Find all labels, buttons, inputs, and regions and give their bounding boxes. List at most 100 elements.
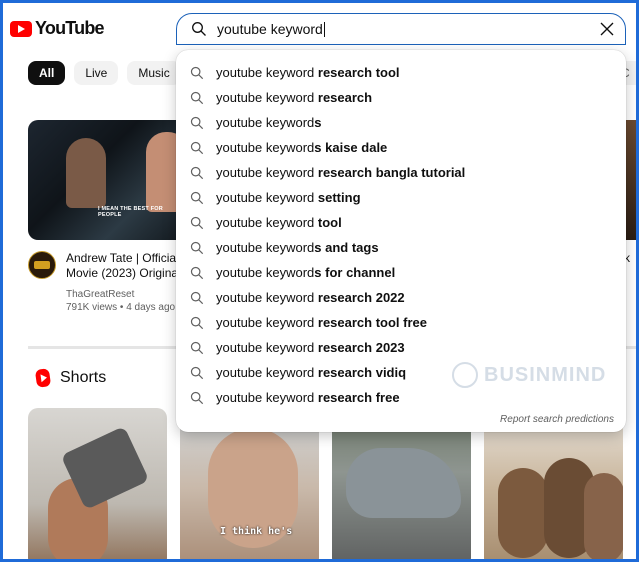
suggestion-completion: s: [314, 115, 322, 130]
suggestion-item[interactable]: youtube keyword research tool: [176, 60, 626, 85]
video-title-line: Movie (2023) Original: [66, 266, 178, 280]
filter-chips: All Live Music: [28, 61, 181, 85]
suggestion-item[interactable]: youtube keyword research 2023: [176, 335, 626, 360]
short-image: [584, 473, 623, 562]
suggestion-typed-part: youtube keyword: [216, 390, 315, 405]
chip-all[interactable]: All: [28, 61, 66, 85]
suggestion-text: youtube keyword tool: [216, 215, 342, 230]
search-icon: [190, 241, 204, 254]
suggestion-item[interactable]: youtube keyword research bangla tutorial: [176, 160, 626, 185]
suggestion-text: youtube keywords kaise dale: [216, 140, 387, 155]
suggestion-completion: research tool: [314, 65, 400, 80]
suggestion-typed-part: youtube keyword: [216, 190, 315, 205]
short-image: [498, 468, 548, 558]
chip-live[interactable]: Live: [74, 61, 119, 85]
search-icon: [190, 341, 204, 354]
video-title-line: Andrew Tate | Official T: [66, 251, 178, 265]
search-icon: [190, 91, 204, 104]
suggestion-completion: research bangla tutorial: [314, 165, 466, 180]
suggestion-completion: research tool free: [314, 315, 427, 330]
shorts-header: Shorts: [34, 368, 107, 388]
suggestion-text: youtube keyword research vidiq: [216, 365, 406, 380]
thumbnail-person: [66, 138, 106, 208]
short-caption: I think he's: [220, 526, 293, 537]
watermark-text: BUSINMIND: [484, 363, 607, 386]
youtube-logo[interactable]: YouTube: [10, 18, 105, 39]
short-thumbnail[interactable]: [28, 408, 167, 562]
video-meta: 791K views • 4 days ago: [66, 302, 176, 313]
search-icon: [190, 266, 204, 279]
suggestion-typed-part: youtube keyword: [216, 240, 315, 255]
suggestion-item[interactable]: youtube keyword tool: [176, 210, 626, 235]
suggestion-item[interactable]: youtube keywords for channel: [176, 260, 626, 285]
suggestion-item[interactable]: youtube keyword research: [176, 85, 626, 110]
watermark-icon: [452, 362, 478, 388]
search-icon: [190, 216, 204, 229]
search-query[interactable]: youtube keyword: [217, 21, 323, 37]
suggestion-text: youtube keyword research tool: [216, 65, 400, 80]
suggestion-completion: s kaise dale: [314, 140, 388, 155]
chip-music[interactable]: Music: [127, 61, 181, 85]
suggestion-typed-part: youtube keyword: [216, 140, 315, 155]
search-icon: [190, 116, 204, 129]
suggestion-completion: research 2023: [314, 340, 405, 355]
search-icon: [190, 366, 204, 379]
shorts-title: Shorts: [60, 369, 107, 386]
suggestion-text: youtube keyword research bangla tutorial: [216, 165, 465, 180]
video-thumbnail[interactable]: I MEAN THE BEST FOR PEOPLE: [28, 120, 188, 240]
suggestion-typed-part: youtube keyword: [216, 165, 315, 180]
video-title[interactable]: Andrew Tate | Official T Movie (2023) Or…: [66, 251, 178, 281]
suggestion-typed-part: youtube keyword: [216, 65, 315, 80]
search-icon: [190, 166, 204, 179]
suggestion-text: youtube keyword research: [216, 90, 372, 105]
suggestion-typed-part: youtube keyword: [216, 215, 315, 230]
search-input[interactable]: youtube keyword: [176, 13, 626, 45]
suggestion-item[interactable]: youtube keyword research free: [176, 385, 626, 410]
watermark: BUSINMIND: [452, 362, 606, 388]
suggestion-typed-part: youtube keyword: [216, 265, 315, 280]
suggestion-text: youtube keyword setting: [216, 190, 361, 205]
text-caret: [323, 21, 325, 37]
suggestion-completion: research: [314, 90, 373, 105]
logo-text: YouTube: [35, 18, 105, 38]
channel-name[interactable]: ThaGreatReset: [66, 289, 134, 300]
suggestion-text: youtube keywords: [216, 115, 322, 130]
suggestion-item[interactable]: youtube keywords and tags: [176, 235, 626, 260]
suggestion-completion: setting: [314, 190, 361, 205]
suggestion-text: youtube keyword research 2022: [216, 290, 405, 305]
suggestion-text: youtube keywords for channel: [216, 265, 395, 280]
suggestion-completion: s for channel: [314, 265, 396, 280]
suggestion-completion: research vidiq: [314, 365, 407, 380]
suggestion-typed-part: youtube keyword: [216, 290, 315, 305]
suggestion-typed-part: youtube keyword: [216, 90, 315, 105]
report-predictions-link[interactable]: Report search predictions: [500, 414, 614, 425]
search-icon: [190, 391, 204, 404]
suggestion-typed-part: youtube keyword: [216, 115, 315, 130]
search-icon: [190, 66, 204, 79]
suggestion-item[interactable]: youtube keyword research tool free: [176, 310, 626, 335]
suggestion-typed-part: youtube keyword: [216, 365, 315, 380]
suggestion-typed-part: youtube keyword: [216, 340, 315, 355]
thumbnail-caption: I MEAN THE BEST FOR PEOPLE: [98, 206, 163, 218]
suggestion-item[interactable]: youtube keywords kaise dale: [176, 135, 626, 160]
search-icon: [190, 191, 204, 204]
short-image: [346, 448, 461, 518]
suggestion-completion: s and tags: [314, 240, 379, 255]
shorts-icon: [34, 368, 52, 388]
search-icon: [190, 141, 204, 154]
suggestion-completion: tool: [314, 215, 342, 230]
search-icon: [190, 291, 204, 304]
search-icon: [192, 22, 206, 36]
suggestion-text: youtube keyword research 2023: [216, 340, 405, 355]
suggestion-completion: research 2022: [314, 290, 405, 305]
search-icon: [190, 316, 204, 329]
youtube-logo-icon: [10, 20, 32, 37]
suggestion-item[interactable]: youtube keywords: [176, 110, 626, 135]
suggestion-typed-part: youtube keyword: [216, 315, 315, 330]
close-icon[interactable]: [599, 21, 615, 37]
suggestion-item[interactable]: youtube keyword research 2022: [176, 285, 626, 310]
channel-avatar[interactable]: [28, 251, 56, 279]
suggestion-text: youtube keyword research free: [216, 390, 400, 405]
suggestion-text: youtube keywords and tags: [216, 240, 379, 255]
suggestion-item[interactable]: youtube keyword setting: [176, 185, 626, 210]
